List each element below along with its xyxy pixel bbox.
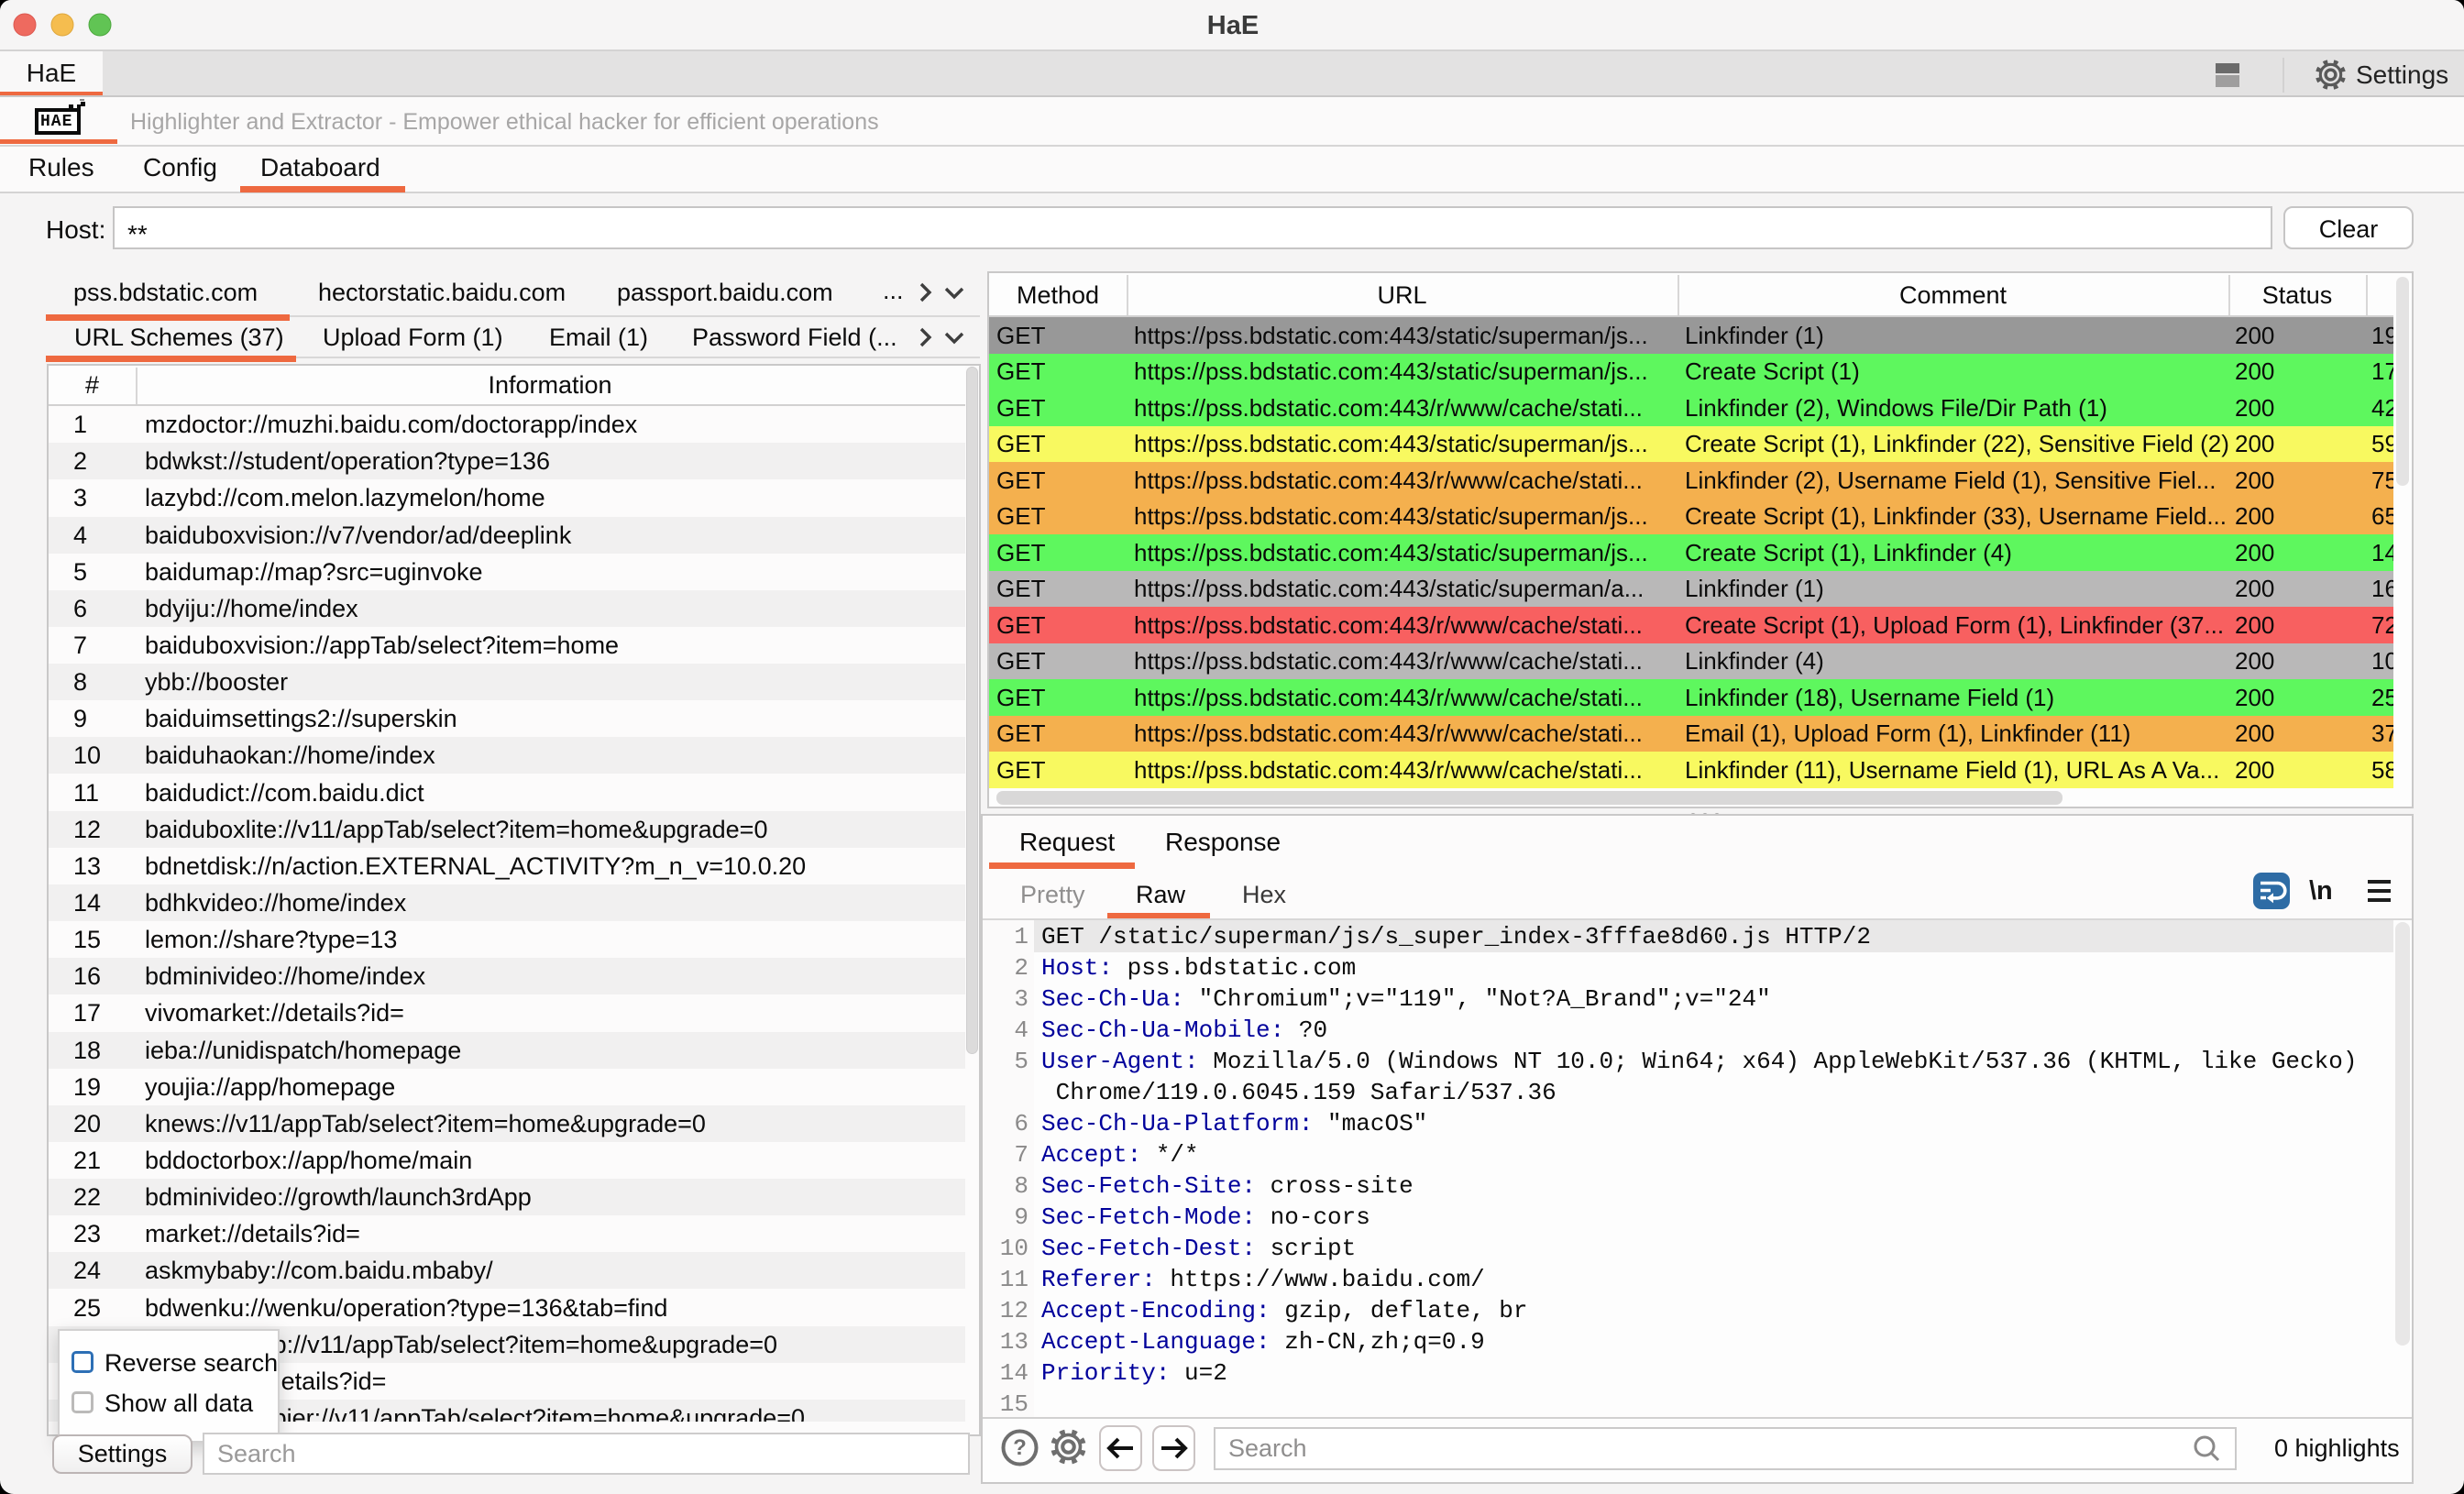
svg-text:?: ?: [1013, 1435, 1027, 1460]
